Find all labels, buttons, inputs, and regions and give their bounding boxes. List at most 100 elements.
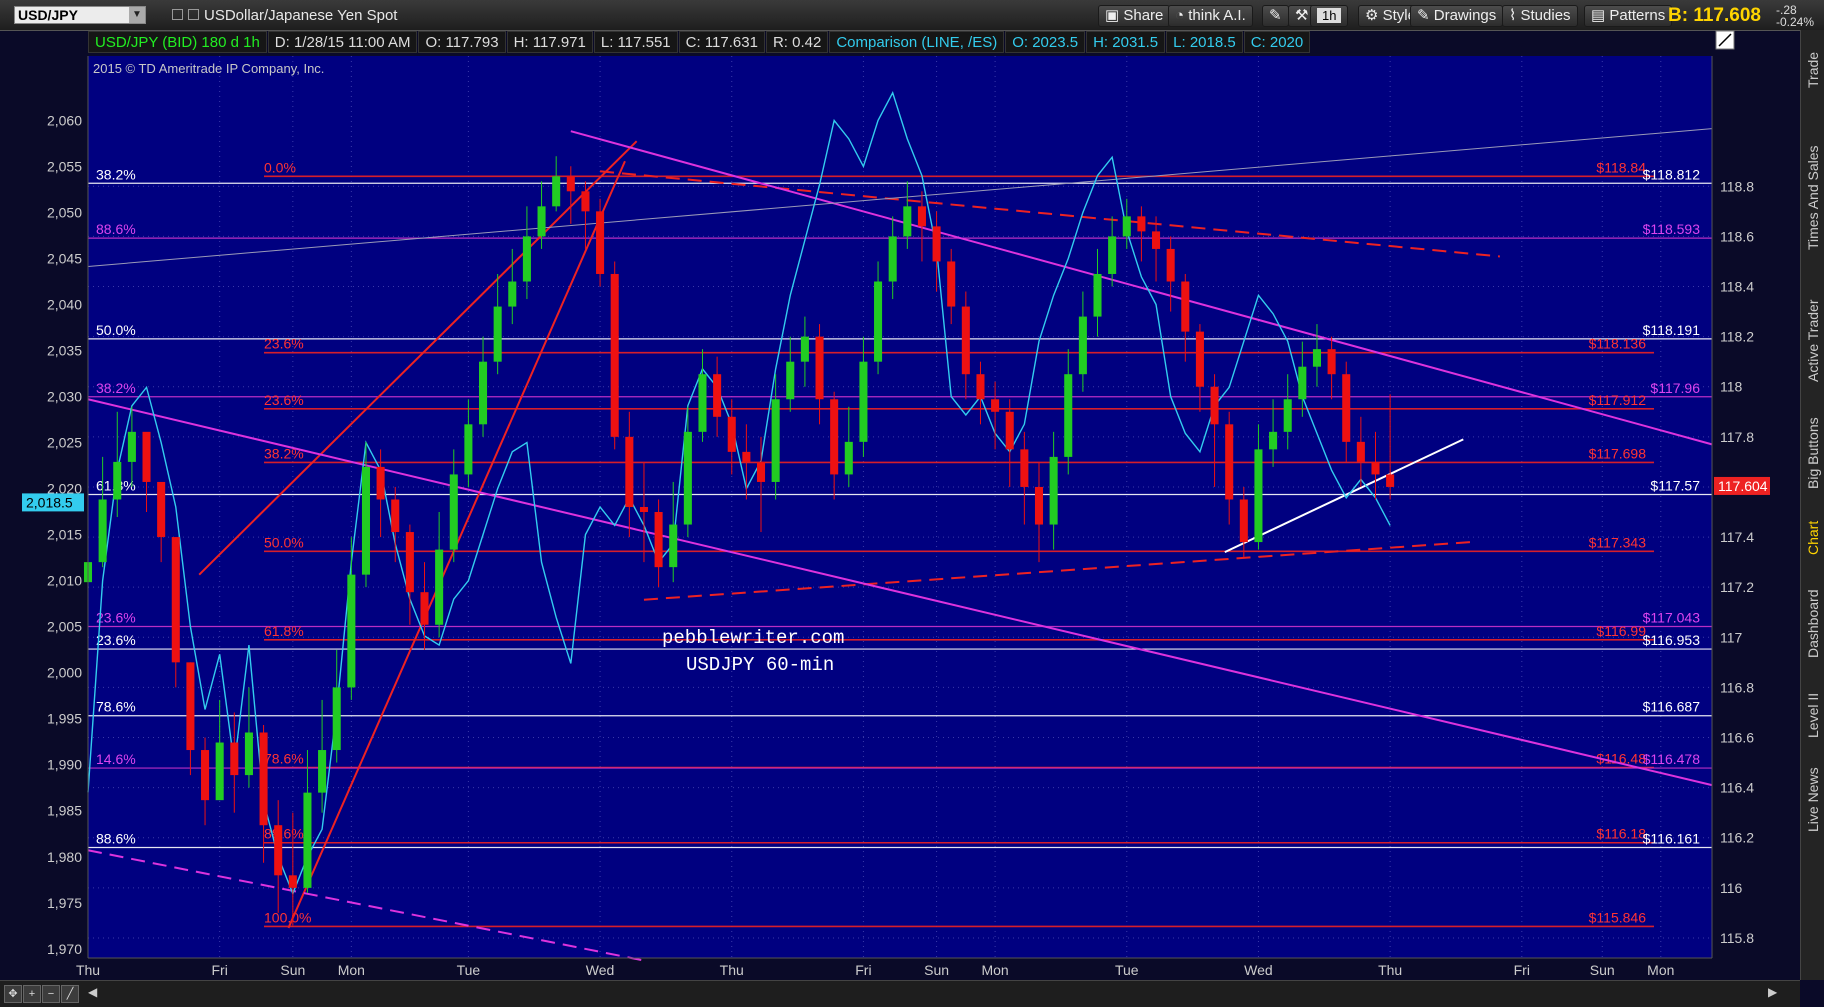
candle-body: [1020, 449, 1029, 487]
y-left-tick-label: 1,985: [47, 803, 82, 819]
candle-body: [1181, 281, 1190, 332]
fib-level-left-label: 50.0%: [96, 322, 136, 338]
fib-level-left-label: 23.6%: [264, 336, 304, 352]
fib-level-right-label: $118.136: [1589, 336, 1647, 352]
candle-body: [522, 236, 531, 282]
x-tick-label: Sun: [280, 962, 305, 978]
y-right-tick-label: 118.2: [1720, 329, 1754, 345]
candle-body: [1371, 461, 1380, 475]
candle-body: [215, 742, 224, 801]
y-right-tick-label: 116: [1720, 880, 1743, 896]
candle-body: [537, 206, 546, 237]
fib-level-left-label: 0.0%: [264, 159, 296, 175]
y-right-tick-label: 117.8: [1720, 429, 1754, 445]
sidebar-item-level-ii[interactable]: Level II: [1801, 682, 1824, 748]
candle-body: [376, 466, 385, 500]
x-tick-label: Tue: [1115, 962, 1139, 978]
candle-body: [479, 361, 488, 425]
sidebar-item-times-and-sales[interactable]: Times And Sales: [1801, 118, 1824, 278]
fib-level-left-label: 78.6%: [264, 751, 304, 767]
fib-level-left-label: 38.2%: [96, 166, 136, 182]
candle-body: [1108, 236, 1117, 274]
candle-body: [800, 336, 809, 362]
y-left-tick-label: 1,975: [47, 895, 82, 911]
x-tick-label: Thu: [1378, 962, 1402, 978]
candle-body: [1254, 449, 1263, 543]
plot-background: [88, 56, 1712, 958]
scroll-right-icon[interactable]: ▶: [1768, 985, 1777, 999]
watermark-line-2: USDJPY 60-min: [686, 654, 834, 676]
candle-body: [1210, 386, 1219, 425]
candle-body: [1327, 349, 1336, 375]
fib-level-right-label: $116.18: [1596, 826, 1646, 842]
sidebar-item-active-trader[interactable]: Active Trader: [1801, 286, 1824, 396]
fib-level-right-label: $117.57: [1650, 477, 1700, 493]
candle-body: [1342, 374, 1351, 442]
candle-body: [274, 825, 283, 876]
pan-icon[interactable]: ✥: [4, 985, 22, 1003]
candle-body: [610, 273, 619, 437]
candle-body: [1166, 248, 1175, 282]
fib-level-right-label: $115.846: [1589, 909, 1647, 925]
candle-body: [391, 499, 400, 533]
sidebar-item-chart[interactable]: Chart: [1801, 510, 1824, 566]
y-left-tick-label: 2,050: [47, 204, 82, 220]
candle-body: [581, 191, 590, 212]
draw-line-icon[interactable]: ╱: [61, 985, 79, 1003]
candle-body: [991, 399, 1000, 412]
fib-level-right-label: $118.84: [1596, 159, 1646, 175]
candle-body: [1122, 216, 1131, 237]
candle-body: [347, 574, 356, 688]
candle-body: [1093, 273, 1102, 317]
candle-body: [1195, 331, 1204, 387]
x-tick-label: Wed: [1244, 962, 1273, 978]
sidebar-item-big-buttons[interactable]: Big Buttons: [1801, 406, 1824, 500]
y-left-tick-label: 1,995: [47, 711, 82, 727]
candle-body: [961, 306, 970, 375]
candle-body: [361, 466, 371, 575]
candle-body: [1049, 456, 1058, 525]
candle-body: [1005, 411, 1014, 450]
candle-body: [303, 792, 312, 888]
candle-body: [142, 431, 151, 482]
y-left-tick-label: 2,030: [47, 389, 82, 405]
fib-level-left-label: 78.6%: [96, 699, 136, 715]
candle-body: [449, 474, 458, 550]
fib-level-left-label: 23.6%: [264, 392, 304, 408]
y-left-tick-label: 2,040: [47, 297, 82, 313]
candle-body: [1064, 374, 1073, 457]
candle-body: [639, 507, 648, 513]
candle-body: [566, 176, 575, 192]
candle-body: [771, 399, 780, 482]
y-right-tick-label: 115.8: [1720, 930, 1754, 946]
x-tick-label: Mon: [981, 962, 1008, 978]
y-right-tick-label: 116.8: [1720, 679, 1754, 695]
x-tick-label: Fri: [855, 962, 871, 978]
y-left-tick-label: 1,970: [47, 941, 82, 957]
fib-level-left-label: 61.8%: [264, 623, 304, 639]
zoom-in-icon[interactable]: +: [23, 985, 41, 1003]
sidebar-item-dashboard[interactable]: Dashboard: [1801, 576, 1824, 672]
candle-body: [976, 374, 985, 400]
candle-body: [332, 687, 341, 751]
fib-level-right-label: $117.698: [1589, 445, 1647, 461]
sidebar-item-live-news[interactable]: Live News: [1801, 758, 1824, 842]
zoom-out-icon[interactable]: −: [42, 985, 60, 1003]
x-tick-label: Thu: [720, 962, 744, 978]
fib-level-right-label: $116.161: [1643, 831, 1701, 847]
candle-body: [259, 732, 268, 826]
candle-body: [1356, 441, 1365, 462]
scroll-left-icon[interactable]: ◀: [88, 985, 97, 999]
candle-body: [230, 742, 239, 776]
fib-level-left-label: 88.6%: [96, 831, 136, 847]
candle-body: [464, 424, 473, 475]
fib-level-left-label: 14.6%: [96, 751, 136, 767]
price-chart[interactable]: 0.0% $118.84 38.2% $118.812 88.6% $118.593 50.…: [0, 0, 1800, 980]
candle-body: [903, 206, 912, 237]
sidebar-item-trade[interactable]: Trade: [1801, 40, 1824, 100]
fib-level-right-label: $116.687: [1643, 699, 1701, 715]
x-tick-label: Fri: [1514, 962, 1530, 978]
candle-body: [201, 750, 210, 801]
y-right-tick-label: 118.4: [1720, 279, 1754, 295]
candle-body: [552, 176, 561, 207]
